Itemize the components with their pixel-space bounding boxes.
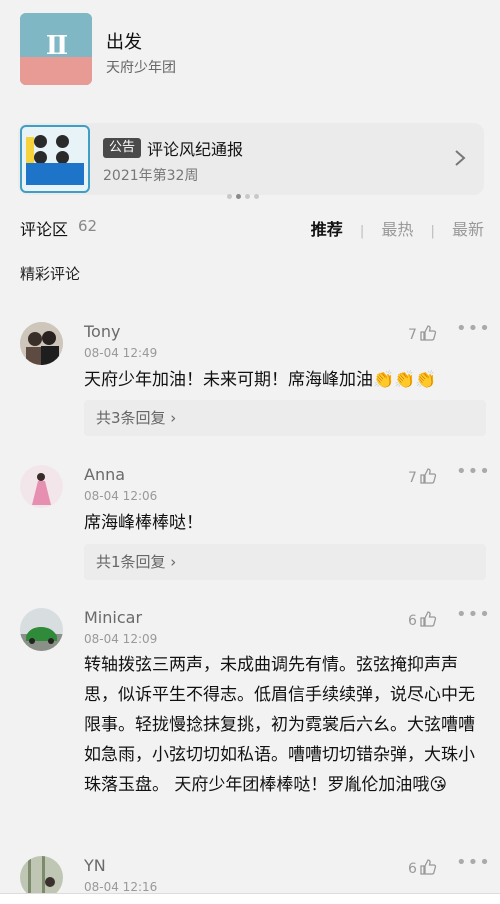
comment-author[interactable]: Minicar [84, 608, 142, 627]
like-button[interactable]: 6 [408, 858, 437, 877]
notice-badge: 公告 [103, 138, 142, 158]
notice-thumbnail [20, 125, 90, 193]
song-artist[interactable]: 天府少年团 [106, 57, 176, 77]
sort-recommended[interactable]: 推荐 [311, 216, 343, 240]
replies-button[interactable]: 共1条回复 › [84, 544, 486, 580]
comment-input-bar[interactable] [0, 893, 500, 904]
comment-author[interactable]: Tony [84, 322, 120, 341]
cover-ground [20, 57, 92, 85]
thumbs-up-icon [420, 611, 437, 627]
comments-label: 评论区 [20, 220, 69, 239]
chevron-right-icon [455, 150, 466, 166]
comment-time: 08-04 12:06 [84, 489, 158, 503]
comment-time: 08-04 12:16 [84, 880, 158, 894]
more-options-icon[interactable]: ••• [456, 461, 491, 482]
avatar[interactable] [20, 322, 63, 365]
album-cover[interactable]: II [20, 13, 92, 85]
comment-time: 08-04 12:49 [84, 346, 158, 360]
comment-author[interactable]: YN [84, 856, 106, 875]
sort-newest[interactable]: 最新 [452, 216, 484, 240]
carousel-dots [227, 184, 263, 199]
like-button[interactable]: 7 [408, 467, 437, 486]
replies-button[interactable]: 共3条回复 › [84, 400, 486, 436]
like-count: 6 [408, 613, 417, 629]
thumbs-up-icon [420, 468, 437, 484]
notice-title: 评论风纪通报 [147, 140, 244, 159]
comment-text: 席海峰棒棒哒！ [84, 513, 203, 533]
section-title: 精彩评论 [20, 265, 81, 283]
notice-subtitle: 2021年第32周 [103, 168, 199, 184]
avatar-image [20, 608, 63, 651]
like-count: 7 [408, 327, 417, 343]
comment-text: 转轴拨弦三两声，未成曲调先有情。弦弦掩抑声声思，似诉平生不得志。低眉信手续续弹，… [84, 655, 475, 795]
sort-tabs: 推荐 | 最热 | 最新 [311, 216, 484, 240]
song-header: II 出发 天府少年团 [0, 0, 500, 101]
avatar[interactable] [20, 608, 63, 651]
comment-time: 08-04 12:09 [84, 632, 158, 646]
comments-count: 62 [78, 217, 98, 235]
avatar-image [20, 322, 63, 365]
avatar-image [20, 465, 63, 508]
like-count: 7 [408, 470, 417, 486]
sort-hottest[interactable]: 最热 [381, 216, 413, 240]
thumbs-up-icon [420, 859, 437, 875]
like-button[interactable]: 6 [408, 610, 437, 629]
comment-text: 天府少年加油！未来可期！席海峰加油👏👏👏 [84, 370, 437, 390]
comment-author[interactable]: Anna [84, 465, 125, 484]
song-title[interactable]: 出发 [106, 28, 142, 54]
like-button[interactable]: 7 [408, 324, 437, 343]
like-count: 6 [408, 861, 417, 877]
more-options-icon[interactable]: ••• [456, 604, 491, 625]
comments-header: 评论区 62 推荐 | 最热 | 最新 [0, 210, 500, 242]
thumbs-up-icon [420, 325, 437, 341]
more-options-icon[interactable]: ••• [456, 852, 491, 873]
avatar[interactable] [20, 465, 63, 508]
cover-mark: II [45, 31, 68, 61]
more-options-icon[interactable]: ••• [456, 318, 491, 339]
